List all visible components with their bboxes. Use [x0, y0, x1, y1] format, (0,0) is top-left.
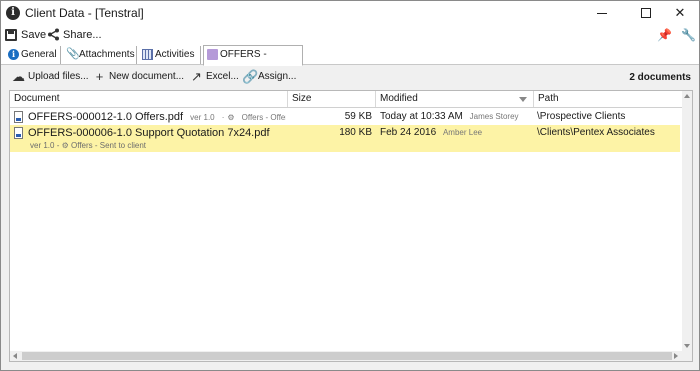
tab-bar: i General 📎 Attachments Activities OFFER…: [1, 45, 699, 78]
close-button[interactable]: ✕: [663, 1, 697, 25]
save-label: Save: [21, 29, 47, 41]
meta-separator: ·: [221, 113, 225, 122]
share-button[interactable]: Share...: [47, 27, 102, 43]
horizontal-scrollbar[interactable]: [10, 351, 692, 361]
new-document-label: New document...: [109, 71, 185, 82]
upload-label: Upload files...: [28, 71, 89, 82]
minimize-icon: [597, 13, 607, 14]
wrench-icon[interactable]: 🔧: [681, 28, 696, 42]
link-icon: 🔗: [242, 69, 259, 84]
column-header-path[interactable]: Path: [534, 91, 680, 107]
save-button[interactable]: Save: [5, 27, 46, 43]
maximize-icon: [641, 8, 651, 18]
excel-button[interactable]: ↗ Excel...: [190, 69, 239, 85]
new-document-button[interactable]: + New document...: [93, 69, 184, 85]
modified-by: Amber Lee: [442, 128, 483, 137]
sort-descending-icon: [519, 97, 527, 102]
export-icon: ↗: [191, 69, 202, 84]
column-header-label: Modified: [380, 93, 418, 104]
document-name: OFFERS-000006-1.0 Support Quotation 7x24…: [28, 127, 270, 139]
scroll-right-icon[interactable]: [674, 353, 678, 359]
tab-label: General: [21, 49, 57, 60]
client-data-window: i Client Data - [Tenstral] ✕ Save Share.…: [0, 0, 700, 371]
folder-icon: [207, 49, 218, 60]
documents-grid: Document Size Modified Path OFFERS-00001…: [9, 90, 693, 362]
close-icon: ✕: [674, 5, 686, 20]
share-icon: [48, 28, 59, 41]
title-bar: i Client Data - [Tenstral] ✕: [1, 1, 699, 25]
upload-files-button[interactable]: ☁ Upload files...: [12, 69, 89, 85]
plus-icon: +: [95, 69, 104, 84]
grid-header: Document Size Modified Path: [10, 91, 692, 108]
document-cell: OFFERS-000006-1.0 Support Quotation 7x24…: [14, 125, 286, 141]
tab-offers[interactable]: OFFERS - Offers (2): [203, 45, 303, 78]
size-cell: 59 KB: [344, 111, 372, 122]
scroll-left-icon[interactable]: [13, 353, 17, 359]
tab-label: Attachments: [79, 49, 135, 60]
modified-cell: Today at 10:33 AM James Storey: [380, 109, 532, 125]
column-header-size[interactable]: Size: [288, 91, 376, 107]
toolbar: Save Share... 📌 🔧: [1, 25, 699, 45]
size-cell: 180 KB: [339, 127, 372, 138]
tab-label: Activities: [155, 49, 195, 60]
window-title: Client Data - [Tenstral]: [25, 6, 144, 20]
column-header-modified[interactable]: Modified: [376, 91, 534, 107]
action-bar: ☁ Upload files... + New document... ↗ Ex…: [1, 66, 699, 88]
calendar-icon: [142, 49, 153, 60]
document-name: OFFERS-000012-1.0 Offers.pdf: [28, 111, 184, 123]
modified-by: James Storey: [469, 112, 519, 121]
excel-label: Excel...: [206, 71, 239, 82]
paperclip-icon: 📎: [66, 48, 80, 60]
document-count: 2 documents: [629, 72, 691, 83]
share-label: Share...: [63, 29, 102, 41]
document-version: ver 1.0: [30, 141, 55, 150]
column-header-document[interactable]: Document: [10, 91, 288, 107]
scroll-up-icon[interactable]: [684, 94, 690, 98]
table-row[interactable]: OFFERS-000012-1.0 Offers.pdf ver 1.0 · ⚙…: [10, 109, 680, 125]
scrollbar-thumb[interactable]: [22, 352, 672, 360]
info-icon: i: [8, 49, 19, 60]
modified-date: Feb 24 2016: [380, 127, 437, 138]
scroll-down-icon[interactable]: [684, 344, 690, 348]
gear-icon: ⚙: [61, 141, 69, 150]
minimize-button[interactable]: [585, 1, 619, 25]
path-cell: \Clients\Pentex Associates: [537, 127, 655, 138]
pdf-file-icon: [14, 127, 23, 139]
pdf-file-icon: [14, 111, 23, 123]
path-cell: \Prospective Clients: [537, 111, 626, 122]
maximize-button[interactable]: [629, 1, 663, 25]
cloud-upload-icon: ☁: [12, 69, 25, 84]
floppy-disk-icon: [5, 29, 17, 41]
document-version: ver 1.0: [190, 113, 215, 122]
vertical-scrollbar[interactable]: [682, 91, 692, 351]
table-row-selected[interactable]: OFFERS-000006-1.0 Support Quotation 7x24…: [10, 125, 680, 152]
assign-button[interactable]: 🔗 Assign...: [242, 69, 296, 85]
modified-cell: Feb 24 2016 Amber Lee: [380, 125, 532, 141]
assign-label: Assign...: [258, 71, 297, 82]
tab-general[interactable]: i General: [5, 46, 61, 64]
meta-separator: -: [56, 141, 60, 150]
gear-icon: ⚙: [227, 113, 235, 122]
tab-activities[interactable]: Activities: [139, 46, 201, 64]
document-status: Offers - Sent to client: [71, 141, 147, 150]
document-status: Offers - Offer: [241, 113, 286, 122]
modified-date: Today at 10:33 AM: [380, 111, 463, 122]
document-meta: ver 1.0 - ⚙ Offers - Sent to client: [30, 141, 146, 151]
pin-icon[interactable]: 📌: [657, 28, 672, 42]
info-icon: i: [6, 6, 20, 20]
document-cell: OFFERS-000012-1.0 Offers.pdf ver 1.0 · ⚙…: [14, 109, 286, 125]
tab-attachments[interactable]: 📎 Attachments: [63, 46, 137, 64]
